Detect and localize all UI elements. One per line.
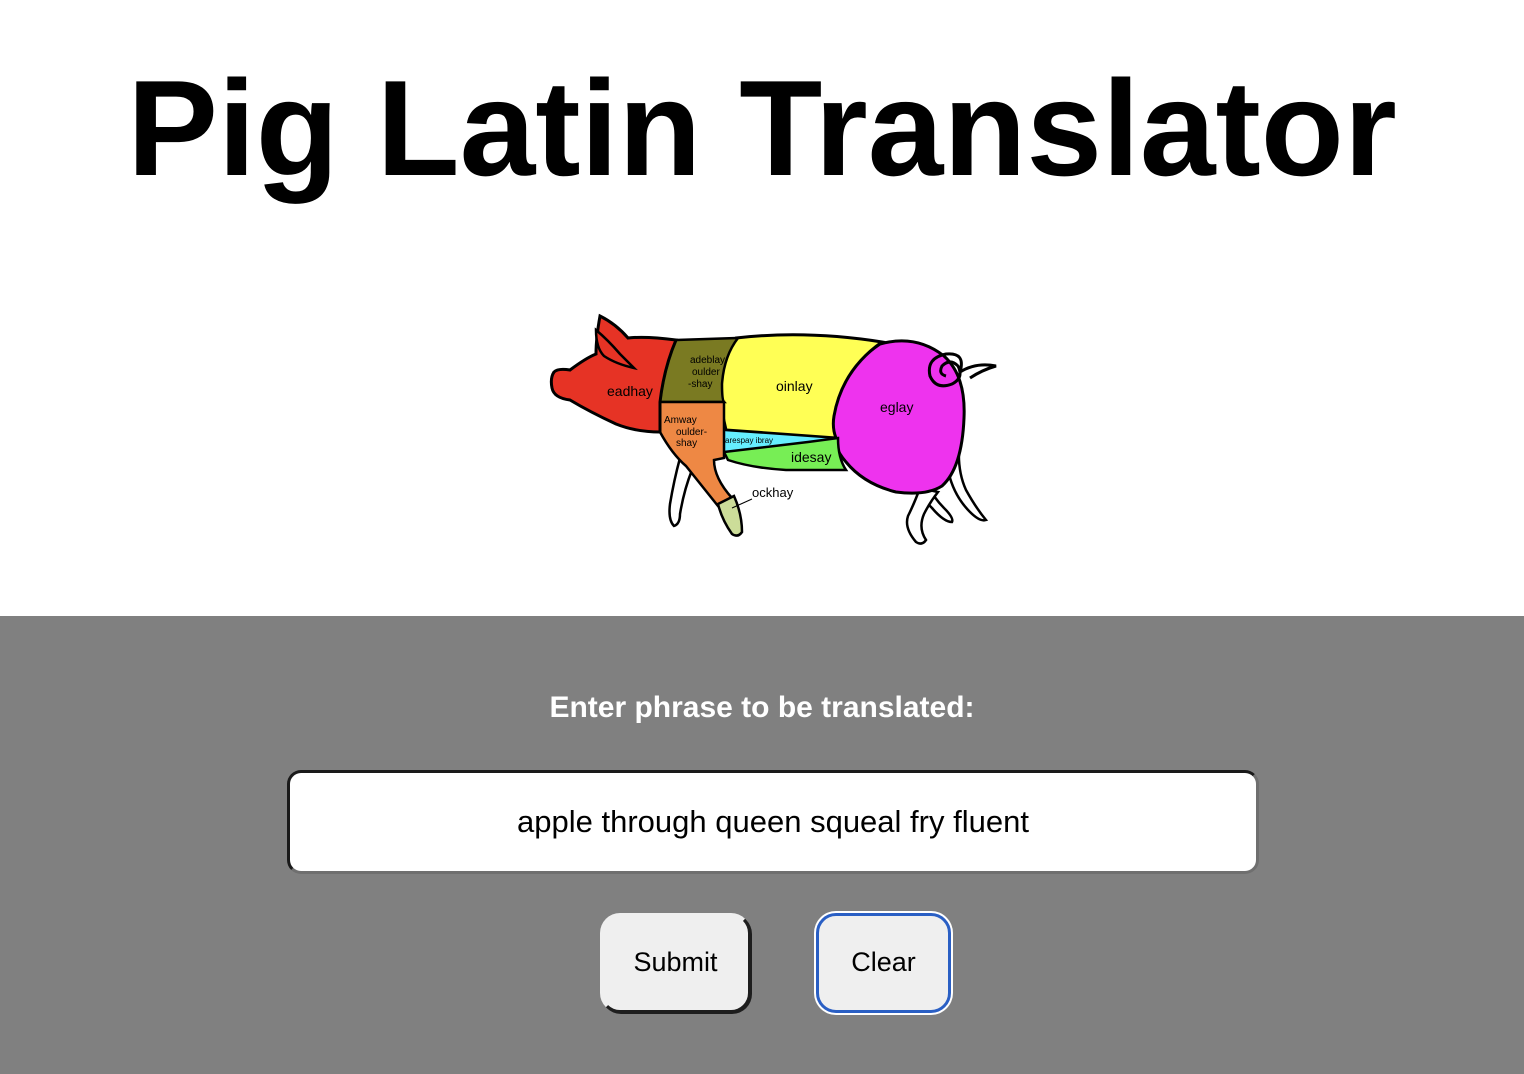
pig-cut-hock bbox=[716, 494, 744, 537]
label-spare-ribs: arespay ibray bbox=[725, 436, 773, 445]
label-head: eadhay bbox=[607, 383, 653, 399]
translator-form: Enter phrase to be translated: Submit Cl… bbox=[0, 616, 1524, 1074]
clear-button[interactable]: Clear bbox=[816, 913, 951, 1013]
pig-back-leg-near bbox=[905, 486, 941, 545]
pig-cut-head bbox=[549, 313, 679, 434]
input-prompt-label: Enter phrase to be translated: bbox=[549, 691, 975, 724]
phrase-input[interactable] bbox=[287, 770, 1259, 874]
header-section: Pig Latin Translator eadhay adeblay ould… bbox=[0, 0, 1524, 616]
label-loin: oinlay bbox=[776, 378, 813, 394]
pig-illustration: eadhay adeblay oulder -shay oinlay eglay… bbox=[549, 313, 997, 545]
label-side: idesay bbox=[791, 449, 831, 465]
pig-cuts-diagram: eadhay adeblay oulder -shay oinlay eglay… bbox=[546, 308, 1002, 548]
label-blade-shoulder-2: oulder bbox=[692, 367, 720, 378]
label-arm-shoulder-1: Amway bbox=[664, 415, 697, 426]
label-arm-shoulder-3: shay bbox=[676, 438, 697, 449]
label-arm-shoulder-2: oulder- bbox=[676, 427, 707, 438]
page-title: Pig Latin Translator bbox=[127, 52, 1397, 204]
submit-button[interactable]: Submit bbox=[600, 913, 751, 1013]
label-leg: eglay bbox=[880, 399, 913, 415]
label-blade-shoulder-1: adeblay bbox=[690, 355, 725, 366]
label-blade-shoulder-3: -shay bbox=[688, 379, 712, 390]
label-hock: ockhay bbox=[752, 485, 794, 500]
